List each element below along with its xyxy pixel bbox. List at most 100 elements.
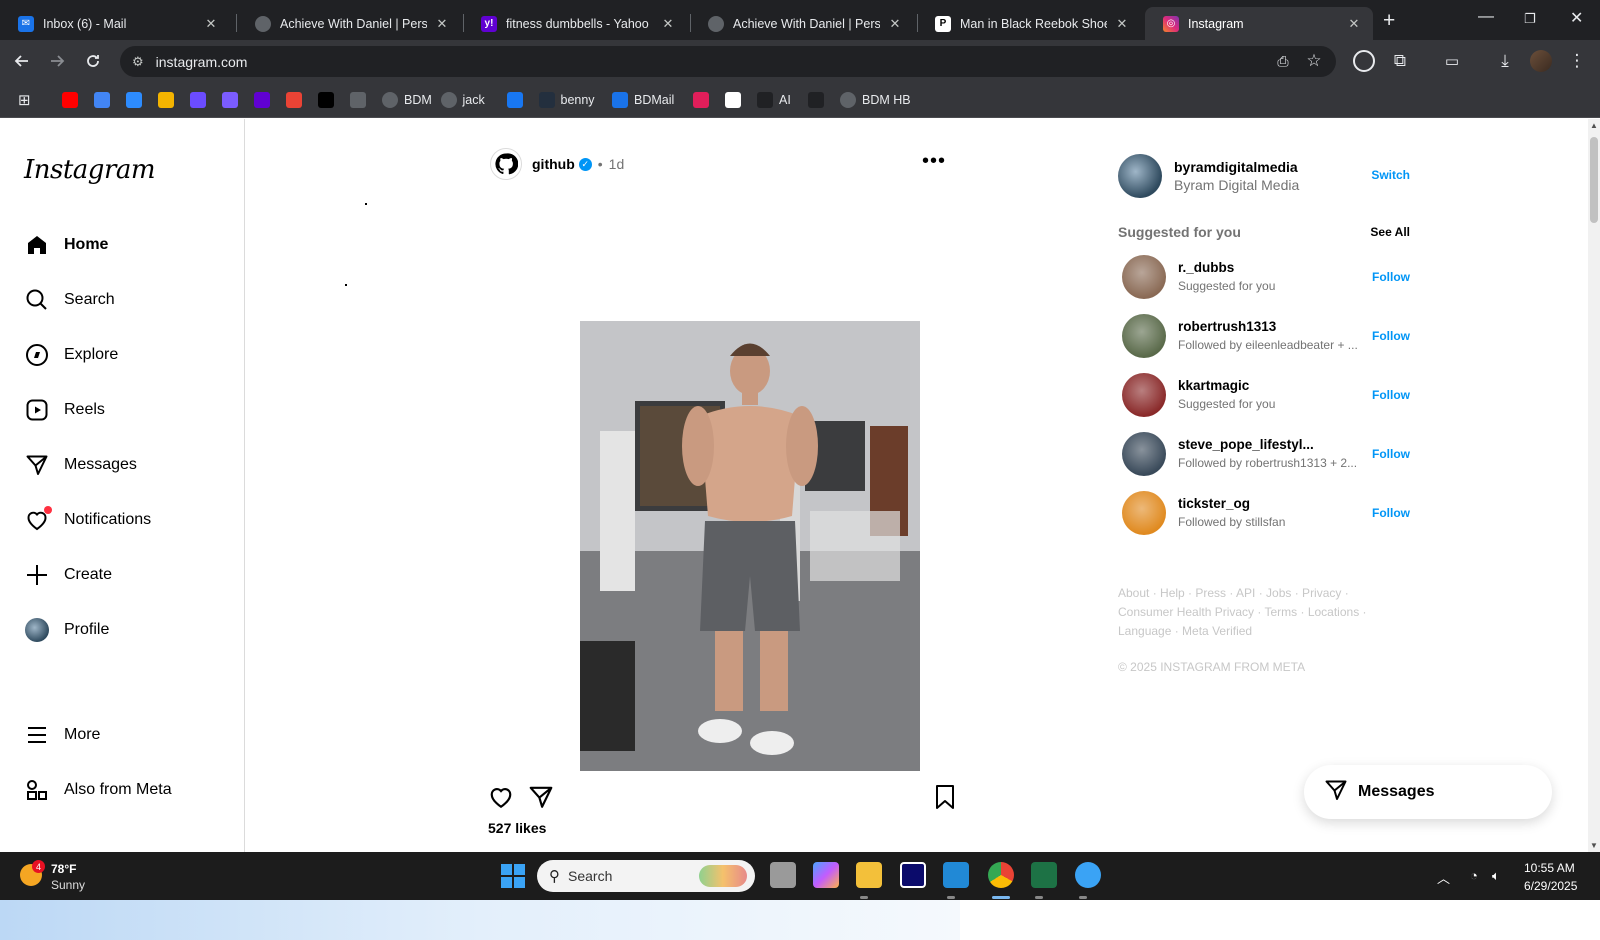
github-avatar[interactable] [490, 148, 522, 180]
scroll-down-icon[interactable]: ▼ [1590, 841, 1598, 850]
window-close-button[interactable]: ✕ [1570, 8, 1583, 28]
copilot-icon[interactable] [813, 862, 839, 888]
bookmark-jack[interactable]: jack [440, 90, 485, 110]
globe-app-icon[interactable] [1075, 862, 1101, 888]
bookmark-bdmail[interactable]: BDMail [612, 90, 674, 110]
vscode-icon[interactable] [943, 862, 969, 888]
restore-button[interactable]: ❐ [1524, 11, 1536, 27]
address-bar[interactable]: ⚙ instagram.com [120, 46, 1336, 77]
suggestion-avatar[interactable] [1122, 432, 1166, 476]
bookmark-x[interactable] [318, 90, 334, 110]
bookmark-github[interactable] [808, 90, 824, 110]
tab-mail[interactable]: ✉ Inbox (6) - Mail ✕ [0, 7, 230, 40]
bookmark-slack[interactable] [693, 90, 709, 110]
footer-link-line[interactable]: Language · Meta Verified [1118, 622, 1368, 641]
post-username[interactable]: github [532, 156, 575, 172]
suggestion-username[interactable]: kkartmagic [1178, 378, 1249, 393]
nav-create[interactable]: Create [24, 562, 112, 588]
bookmark-save-icon[interactable] [933, 784, 957, 815]
scroll-up-icon[interactable]: ▲ [1590, 121, 1598, 130]
post-time[interactable]: 1d [609, 156, 625, 172]
new-tab-button[interactable]: + [1383, 9, 1395, 33]
page-scrollbar[interactable]: ▲ ▼ [1588, 119, 1600, 852]
bookmark-code[interactable] [350, 90, 366, 110]
scrollbar-thumb[interactable] [1590, 137, 1598, 223]
clock-time[interactable]: 10:55 AM [1524, 861, 1575, 875]
bookmark-gmail[interactable] [286, 90, 302, 110]
browser-menu-icon[interactable]: ⋮ [1566, 50, 1588, 72]
bookmark-star-icon[interactable]: ☆ [1303, 50, 1325, 72]
bookmark-bdm-hb[interactable]: BDM HB [840, 90, 911, 110]
nav-profile[interactable]: Profile [24, 617, 109, 643]
close-icon[interactable]: ✕ [202, 16, 220, 32]
wifi-icon[interactable]: ◔ [1470, 868, 1478, 883]
close-icon[interactable]: ✕ [433, 16, 451, 32]
extensions-icon[interactable]: ⧉ [1389, 50, 1411, 72]
instagram-logo[interactable]: Instagram [24, 155, 156, 185]
tab-pexels[interactable]: P Man in Black Reebok Shoes A ✕ [917, 7, 1141, 40]
footer-link-line[interactable]: Consumer Health Privacy · Terms · Locati… [1118, 603, 1368, 622]
minimize-button[interactable]: — [1478, 8, 1494, 26]
forward-button[interactable] [46, 50, 68, 72]
nav-explore[interactable]: Explore [24, 342, 118, 368]
switch-account-button[interactable]: Switch [1371, 168, 1410, 182]
site-info-icon[interactable]: ⚙ [132, 54, 144, 70]
bookmark-youtube[interactable] [62, 90, 78, 110]
suggestion-username[interactable]: r._dubbs [1178, 260, 1234, 275]
weather-condition[interactable]: Sunny [51, 878, 85, 892]
profile-circle-icon[interactable] [1353, 50, 1375, 72]
bookmark-facebook[interactable] [506, 90, 523, 110]
bookmark-yahoo[interactable] [254, 90, 270, 110]
close-icon[interactable]: ✕ [886, 16, 904, 32]
bookmark-google[interactable] [94, 90, 110, 110]
suggestion-avatar[interactable] [1122, 491, 1166, 535]
tab-achieve-1[interactable]: Achieve With Daniel | Persona ✕ [237, 7, 461, 40]
nav-notifications[interactable]: Notifications [24, 506, 151, 533]
close-icon[interactable]: ✕ [1345, 16, 1363, 32]
clock-date[interactable]: 6/29/2025 [1524, 879, 1577, 893]
taskbar-search[interactable]: ⚲ Search [537, 860, 755, 892]
bookmark-puzzle[interactable] [190, 90, 206, 110]
like-count[interactable]: 527 likes [488, 820, 546, 836]
footer-link-line[interactable]: About · Help · Press · API · Jobs · Priv… [1118, 584, 1368, 603]
downloads-icon[interactable]: ⤓ [1494, 50, 1516, 72]
bookmark-zoom[interactable] [126, 90, 142, 110]
bookmark-benny[interactable]: benny [538, 90, 595, 110]
nav-messages[interactable]: Messages [24, 452, 137, 478]
close-icon[interactable]: ✕ [659, 16, 677, 32]
follow-button[interactable]: Follow [1372, 270, 1410, 284]
bookmark-box[interactable] [222, 90, 238, 110]
back-button[interactable] [11, 50, 33, 72]
suggestion-username[interactable]: tickster_og [1178, 496, 1250, 511]
current-account-username[interactable]: byramdigitalmedia [1174, 159, 1298, 175]
see-all-link[interactable]: See All [1370, 225, 1410, 239]
nav-also-from-meta[interactable]: Also from Meta [24, 777, 172, 803]
suggestion-username[interactable]: robertrush1313 [1178, 319, 1276, 334]
chrome-icon[interactable] [988, 862, 1014, 888]
account-avatar[interactable] [1530, 50, 1552, 72]
post-image[interactable] [580, 321, 920, 771]
weather-temperature[interactable]: 78°F [51, 862, 76, 876]
nav-search[interactable]: Search [24, 287, 115, 313]
tab-yahoo[interactable]: y! fitness dumbbells - Yahoo Im ✕ [463, 7, 687, 40]
volume-icon[interactable]: 🔈︎ [1492, 868, 1500, 884]
current-account-avatar[interactable] [1118, 154, 1162, 198]
suggestion-avatar[interactable] [1122, 314, 1166, 358]
apps-grid-icon[interactable]: ⊞ [18, 90, 31, 110]
windows-start-icon[interactable] [501, 864, 525, 888]
bookmark-stack[interactable] [158, 90, 174, 110]
suggestion-avatar[interactable] [1122, 373, 1166, 417]
install-app-icon[interactable]: ⎙ [1272, 50, 1294, 72]
intellij-icon[interactable] [900, 862, 926, 888]
suggestion-avatar[interactable] [1122, 255, 1166, 299]
share-send-icon[interactable] [528, 784, 554, 815]
post-options-icon[interactable]: ••• [922, 150, 946, 173]
follow-button[interactable]: Follow [1372, 329, 1410, 343]
chevron-up-icon[interactable]: ︿ [1437, 868, 1450, 887]
nav-home[interactable]: Home [24, 232, 108, 258]
close-icon[interactable]: ✕ [1113, 16, 1131, 32]
bookmark-pexels[interactable] [725, 90, 741, 110]
tab-instagram[interactable]: ◎ Instagram ✕ [1145, 7, 1373, 40]
follow-button[interactable]: Follow [1372, 388, 1410, 402]
tab-achieve-2[interactable]: Achieve With Daniel | Persona ✕ [690, 7, 914, 40]
